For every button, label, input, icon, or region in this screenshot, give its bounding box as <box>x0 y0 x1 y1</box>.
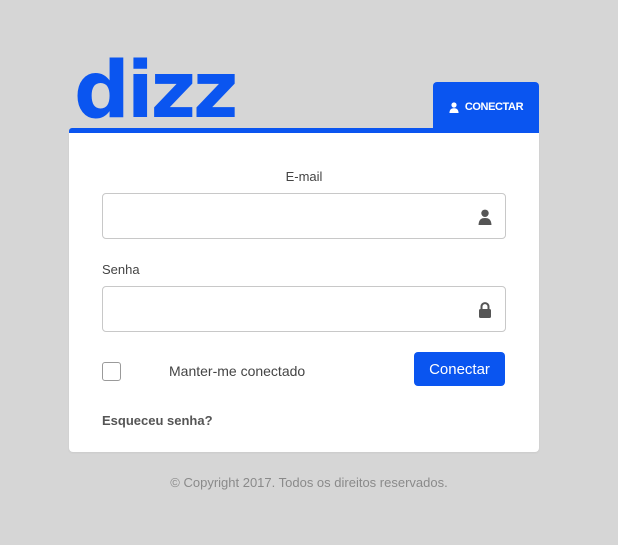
password-field-wrapper <box>102 286 506 332</box>
login-card: E-mail Senha Manter-me conectado Conecta… <box>69 133 539 452</box>
lock-icon <box>478 302 492 318</box>
tab-label: CONECTAR <box>464 101 524 113</box>
dizz-logo: dizz <box>74 46 238 136</box>
tab-conectar[interactable]: CONECTAR <box>433 82 539 132</box>
email-label: E-mail <box>285 169 323 184</box>
conectar-button[interactable]: Conectar <box>414 352 505 386</box>
remember-label: Manter-me conectado <box>169 363 306 379</box>
forgot-password-link[interactable]: Esqueceu senha? <box>102 413 213 428</box>
email-input[interactable] <box>103 194 505 238</box>
email-field-wrapper <box>102 193 506 239</box>
user-icon <box>478 209 492 225</box>
user-icon <box>449 101 459 113</box>
password-label: Senha <box>102 262 140 277</box>
remember-checkbox[interactable] <box>102 362 121 381</box>
copyright-text: © Copyright 2017. Todos os direitos rese… <box>170 475 448 490</box>
login-page: dizz CONECTAR E-mail Senha Manter-me con… <box>0 0 618 545</box>
password-input[interactable] <box>103 287 505 331</box>
